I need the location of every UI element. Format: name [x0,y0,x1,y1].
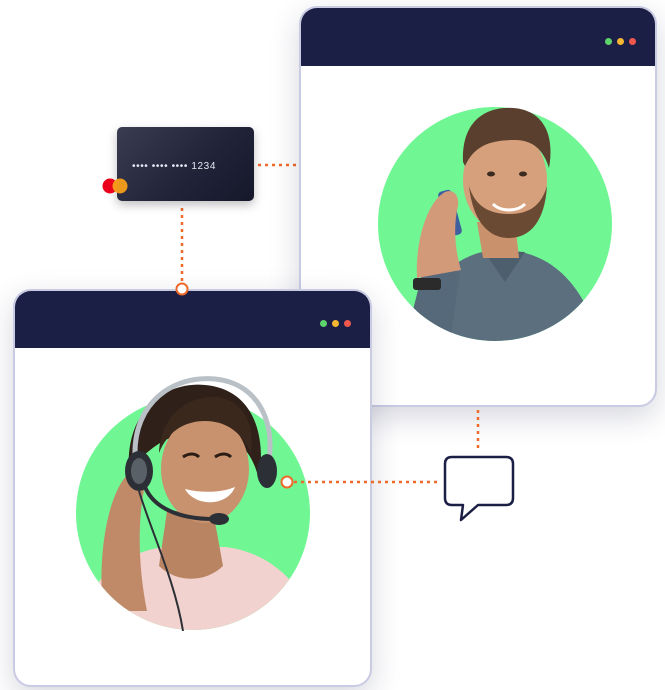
front-connectors [175,282,515,522]
speech-bubble-icon [443,455,515,522]
agent-connector-node [175,282,189,296]
chat-connector-node [280,475,294,489]
